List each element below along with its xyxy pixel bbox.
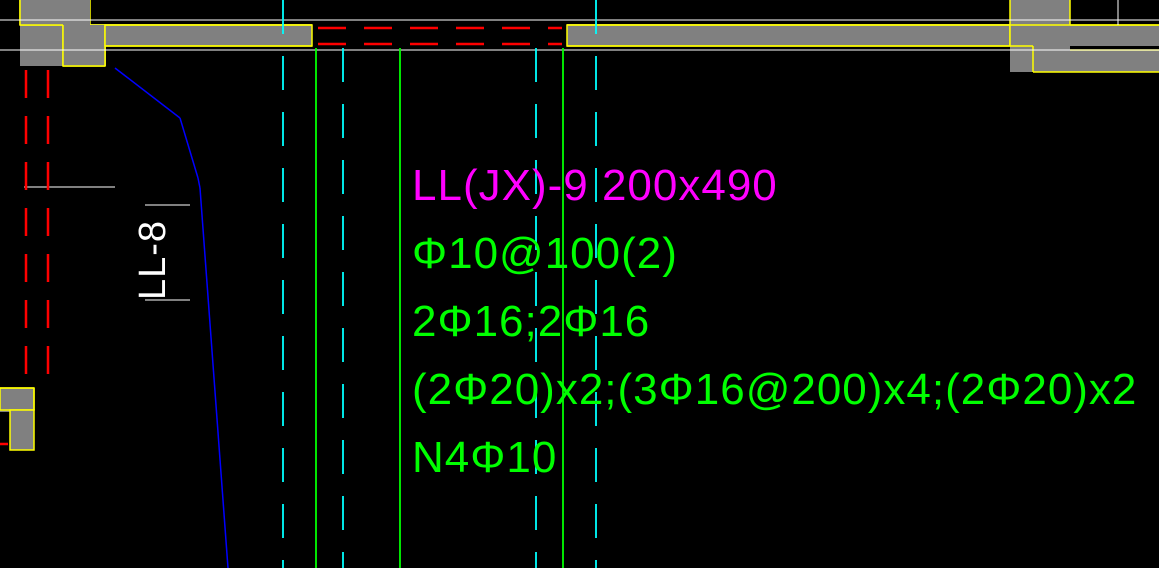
beam-title: LL(JX)-9 200x490 <box>412 161 778 210</box>
cad-drawing-canvas: LL-8 LL(JX)-9 200x490 Φ10@100(2) 2Φ16;2Φ… <box>0 0 1159 568</box>
beam-stirrup: Φ10@100(2) <box>412 229 678 278</box>
beam-rebar-dist: (2Φ20)x2;(3Φ16@200)x4;(2Φ20)x2 <box>412 365 1137 414</box>
beam-rebar-side: N4Φ10 <box>412 433 557 482</box>
blue-lines <box>112 68 228 568</box>
beam-annotation: LL(JX)-9 200x490 Φ10@100(2) 2Φ16;2Φ16 (2… <box>412 161 1137 482</box>
cyan-dashed <box>283 0 596 568</box>
side-label: LL-8 <box>132 220 174 300</box>
beam-rebar-tb: 2Φ16;2Φ16 <box>412 297 650 346</box>
